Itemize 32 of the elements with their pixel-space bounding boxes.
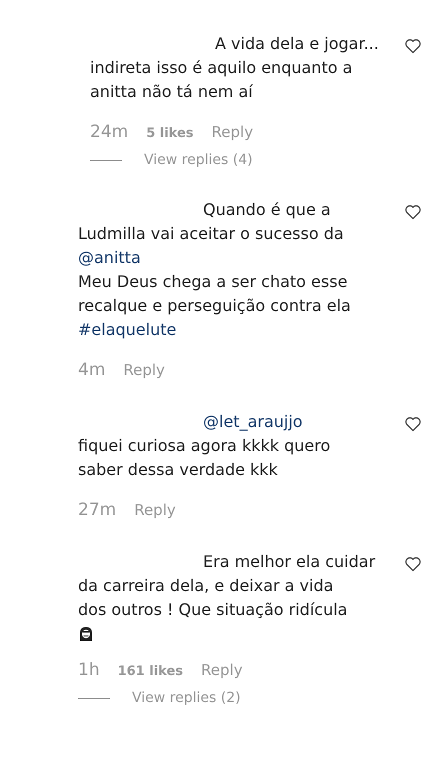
comment-text: dos outros ! Que situação ridícula: [78, 600, 348, 619]
heart-icon[interactable]: [404, 556, 422, 572]
likes-count[interactable]: 5 likes: [146, 126, 194, 141]
comment-time: 4m: [78, 360, 106, 380]
reply-link[interactable]: Reply: [201, 661, 243, 679]
heart-icon[interactable]: [404, 38, 422, 54]
reply-link[interactable]: Reply: [212, 123, 254, 141]
comment-text: Meu Deus chega a ser chato esse: [78, 272, 348, 291]
comment-text: indireta isso é aquilo enquanto a: [90, 58, 352, 77]
view-replies-link[interactable]: View replies (4): [144, 152, 253, 168]
comment-time: 24m: [90, 122, 128, 142]
reply-link[interactable]: Reply: [123, 361, 165, 379]
comment-text: A vida dela e jogar...: [215, 34, 379, 53]
comment-text: Era melhor ela cuidar: [203, 552, 376, 571]
comment-text: Quando é que a: [203, 200, 331, 219]
mention-link[interactable]: @anitta: [78, 248, 141, 267]
comment-time: 27m: [78, 500, 116, 520]
likes-count[interactable]: 161 likes: [118, 664, 184, 679]
comment-text: fiquei curiosa agora kkkk quero: [78, 436, 330, 455]
view-replies-link[interactable]: View replies (2): [132, 690, 241, 706]
comment-text: anitta não tá nem aí: [90, 82, 253, 101]
heart-icon[interactable]: [404, 416, 422, 432]
reply-link[interactable]: Reply: [134, 501, 176, 519]
comment-time: 1h: [78, 660, 100, 680]
comment-text: saber dessa verdade kkk: [78, 460, 278, 479]
comment-text: da carreira dela, e deixar a vida: [78, 576, 334, 595]
emoji-icon: [78, 626, 94, 642]
mention-link[interactable]: @let_araujjo: [203, 412, 303, 431]
mention-link[interactable]: #elaquelute: [78, 320, 176, 339]
comment-text: Ludmilla vai aceitar o sucesso da: [78, 224, 344, 243]
heart-icon[interactable]: [404, 204, 422, 220]
comment-text: recalque e perseguição contra ela: [78, 296, 351, 315]
